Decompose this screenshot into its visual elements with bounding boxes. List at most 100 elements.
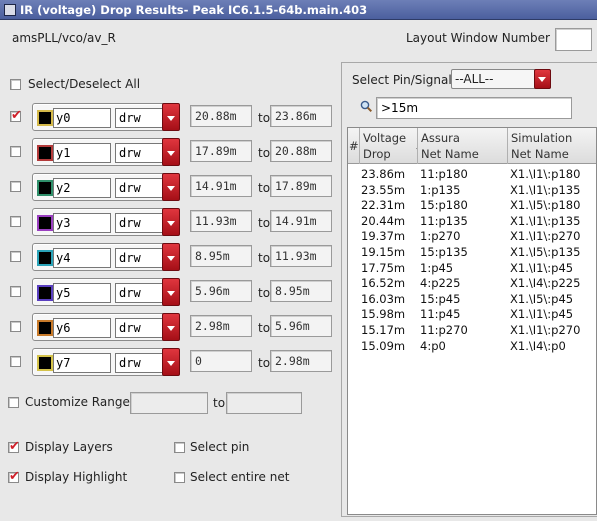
col-assura-header[interactable]: Assura Net Name xyxy=(418,128,508,164)
layer-checkbox[interactable] xyxy=(10,251,21,262)
range-to-input[interactable]: 14.91m xyxy=(270,210,332,232)
range-to-input[interactable]: 17.89m xyxy=(270,175,332,197)
customize-to-label: to xyxy=(213,396,226,410)
range-to-input[interactable]: 8.95m xyxy=(270,280,332,302)
table-row[interactable]: 23.55m 1:p135 X1.\I1\:p135 xyxy=(348,182,596,199)
layer-name[interactable]: y3 xyxy=(53,213,111,233)
cell-simulation-net: X1.\I1\:p270 xyxy=(510,323,581,337)
customize-range-from-input[interactable] xyxy=(130,392,208,414)
layer-name[interactable]: y6 xyxy=(53,318,111,338)
table-row[interactable]: 15.98m 11:p45 X1.\I1\:p45 xyxy=(348,306,596,323)
layer-color-swatch xyxy=(37,355,53,371)
table-row[interactable]: 20.44m 11:p135 X1.\I1\:p135 xyxy=(348,213,596,230)
range-from-input[interactable]: 11.93m xyxy=(190,210,252,232)
range-from-input[interactable]: 0 xyxy=(190,350,252,372)
layer-color-swatch xyxy=(37,250,53,266)
range-to-input[interactable]: 2.98m xyxy=(270,350,332,372)
table-row[interactable]: 16.03m 15:p45 X1.\I5\:p45 xyxy=(348,291,596,308)
layer-combo[interactable]: y3 drw xyxy=(32,208,178,236)
layer-combo[interactable]: y4 drw xyxy=(32,243,178,271)
range-to-input[interactable]: 23.86m xyxy=(270,105,332,127)
range-from-input[interactable]: 20.88m xyxy=(190,105,252,127)
layer-combo[interactable]: y5 drw xyxy=(32,278,178,306)
layer-name[interactable]: y0 xyxy=(53,108,111,128)
layer-checkbox[interactable] xyxy=(10,146,21,157)
table-row[interactable]: 19.37m 1:p270 X1.\I1\:p270 xyxy=(348,228,596,245)
layer-name[interactable]: y5 xyxy=(53,283,111,303)
range-from-input[interactable]: 14.91m xyxy=(190,175,252,197)
col-voltage-drop-header[interactable]: Voltage Drop xyxy=(360,128,418,164)
cell-assura-net: 11:p135 xyxy=(420,213,468,228)
col-simulation-line2: Net Name xyxy=(511,147,569,161)
chevron-down-icon[interactable] xyxy=(162,208,180,236)
layer-checkbox[interactable] xyxy=(10,108,22,123)
layer-checkbox[interactable] xyxy=(10,286,21,297)
select-all-checkbox[interactable] xyxy=(10,79,21,90)
range-to-label: to xyxy=(258,181,271,195)
table-row[interactable]: 15.09m 4:p0 X1.\I4\:p0 xyxy=(348,338,596,355)
col-simulation-header[interactable]: Simulation Net Name xyxy=(508,128,596,164)
table-row[interactable]: 22.31m 15:p180 X1.\I5\:p180 xyxy=(348,197,596,214)
col-index-header[interactable]: # xyxy=(348,128,360,164)
cell-simulation-net: X1.\I1\:p45 xyxy=(510,260,574,275)
table-row[interactable]: 19.15m 15:p135 X1.\I5\:p135 xyxy=(348,244,596,261)
window-title: IR (voltage) Drop Results- Peak IC6.1.5-… xyxy=(20,2,368,17)
chevron-down-icon[interactable] xyxy=(162,348,180,376)
range-to-input[interactable]: 20.88m xyxy=(270,140,332,162)
range-from-input[interactable]: 5.96m xyxy=(190,280,252,302)
window-menu-icon[interactable] xyxy=(4,3,16,16)
layer-checkbox[interactable] xyxy=(10,181,21,192)
layer-name[interactable]: y2 xyxy=(53,178,111,198)
range-from-input[interactable]: 2.98m xyxy=(190,315,252,337)
range-from-input[interactable]: 17.89m xyxy=(190,140,252,162)
select-entire-net-checkbox[interactable] xyxy=(174,472,185,483)
cell-simulation-net: X1.\I4\:p0 xyxy=(510,338,566,353)
cell-voltage-drop: 19.15m xyxy=(361,245,406,259)
layer-combo[interactable]: y2 drw xyxy=(32,173,178,201)
layer-combo[interactable]: y6 drw xyxy=(32,313,178,341)
chevron-down-icon[interactable] xyxy=(534,69,551,89)
layer-checkbox[interactable] xyxy=(10,356,21,367)
range-to-input[interactable]: 11.93m xyxy=(270,245,332,267)
range-from-input[interactable]: 8.95m xyxy=(190,245,252,267)
cell-assura-net: 1:p135 xyxy=(420,182,461,197)
layer-name[interactable]: y4 xyxy=(53,248,111,268)
layout-window-number-input[interactable] xyxy=(555,28,592,51)
cell-simulation-net: X1.\I4\:p225 xyxy=(510,276,581,291)
chevron-down-icon[interactable] xyxy=(162,138,180,166)
layer-checkbox[interactable] xyxy=(10,216,21,227)
range-to-label: to xyxy=(258,356,271,370)
search-icon xyxy=(360,100,372,112)
cell-simulation-net: X1.\I1\:p180 xyxy=(510,167,581,181)
cell-assura-net: 11:p45 xyxy=(420,307,461,322)
layer-combo[interactable]: y0 drw xyxy=(32,103,178,131)
display-highlight-checkbox[interactable] xyxy=(8,469,20,484)
layer-name[interactable]: y7 xyxy=(53,353,111,373)
range-to-input[interactable]: 5.96m xyxy=(270,315,332,337)
chevron-down-icon[interactable] xyxy=(162,103,180,131)
layer-combo[interactable]: y1 drw xyxy=(32,138,178,166)
layer-name[interactable]: y1 xyxy=(53,143,111,163)
select-pin-checkbox[interactable] xyxy=(174,442,185,453)
select-signal-dropdown[interactable]: --ALL-- xyxy=(451,69,551,89)
chevron-down-icon[interactable] xyxy=(162,278,180,306)
chevron-down-icon[interactable] xyxy=(162,243,180,271)
filter-input[interactable]: >15m xyxy=(376,97,572,119)
results-table: # Voltage Drop Assura Net Name Simulatio… xyxy=(347,127,597,515)
chevron-down-icon[interactable] xyxy=(162,313,180,341)
customize-range-to-input[interactable] xyxy=(226,392,302,414)
layer-combo[interactable]: y7 drw xyxy=(32,348,178,376)
customize-range-label: Customize Range xyxy=(25,395,130,409)
customize-range-checkbox[interactable] xyxy=(8,397,19,408)
table-row[interactable]: 23.86m 11:p180 X1.\I1\:p180 xyxy=(348,166,596,183)
table-row[interactable]: 17.75m 1:p45 X1.\I1\:p45 xyxy=(348,260,596,277)
cell-simulation-net: X1.\I5\:p180 xyxy=(510,198,581,213)
cell-simulation-net: X1.\I5\:p135 xyxy=(510,245,581,259)
display-layers-checkbox[interactable] xyxy=(8,439,20,454)
table-row[interactable]: 15.17m 11:p270 X1.\I1\:p270 xyxy=(348,322,596,339)
layer-checkbox[interactable] xyxy=(10,321,21,332)
range-to-label: to xyxy=(258,111,271,125)
chevron-down-icon[interactable] xyxy=(162,173,180,201)
table-row[interactable]: 16.52m 4:p225 X1.\I4\:p225 xyxy=(348,275,596,292)
col-assura-line1: Assura xyxy=(421,131,460,145)
